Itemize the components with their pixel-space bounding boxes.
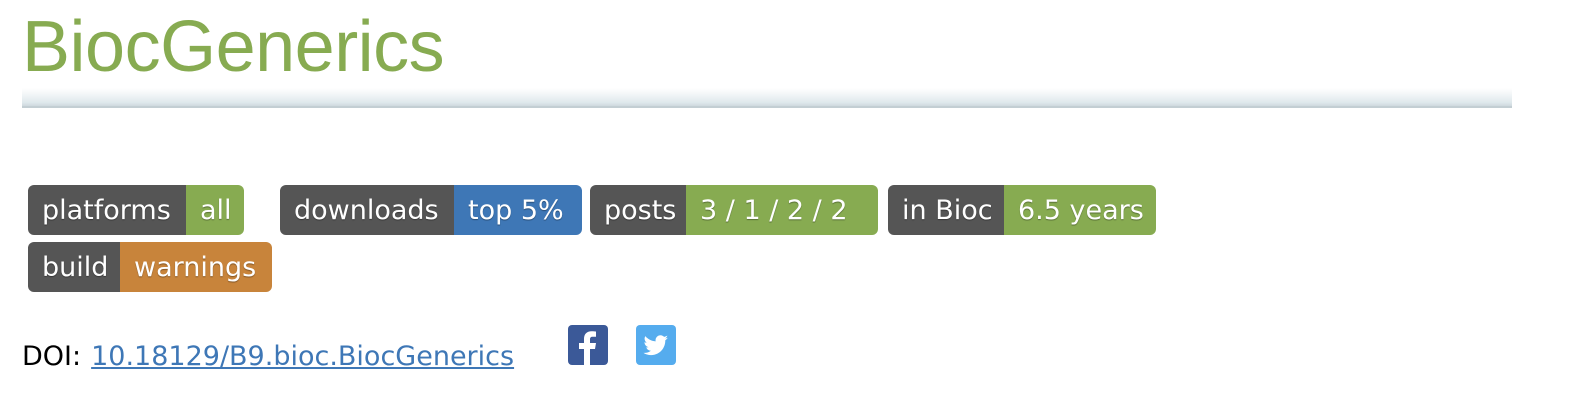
twitter-glyph: [643, 335, 669, 356]
build-badge-value: warnings: [120, 242, 272, 292]
facebook-icon[interactable]: [568, 325, 608, 365]
downloads-badge[interactable]: downloads top 5%: [280, 185, 582, 235]
doi-label: DOI:: [22, 340, 82, 372]
downloads-badge-value: top 5%: [454, 185, 582, 235]
page-title: BiocGenerics: [22, 7, 445, 87]
in-bioc-badge[interactable]: in Bioc 6.5 years: [888, 185, 1156, 235]
platforms-badge-label: platforms: [28, 185, 186, 235]
in-bioc-badge-value: 6.5 years: [1004, 185, 1156, 235]
twitter-icon[interactable]: [636, 325, 676, 365]
title-divider: [22, 88, 1512, 108]
doi-link[interactable]: 10.18129/B9.bioc.BiocGenerics: [91, 341, 514, 372]
platforms-badge[interactable]: platforms all: [28, 185, 244, 235]
build-badge[interactable]: build warnings: [28, 242, 272, 292]
build-badge-label: build: [28, 242, 120, 292]
posts-badge[interactable]: posts 3 / 1 / 2 / 2: [590, 185, 878, 235]
facebook-glyph: [579, 331, 596, 365]
doi-line: DOI: 10.18129/B9.bioc.BiocGenerics: [22, 336, 514, 376]
posts-badge-label: posts: [590, 185, 686, 235]
platforms-badge-value: all: [186, 185, 244, 235]
posts-badge-value: 3 / 1 / 2 / 2: [686, 185, 878, 235]
downloads-badge-label: downloads: [280, 185, 454, 235]
in-bioc-badge-label: in Bioc: [888, 185, 1004, 235]
